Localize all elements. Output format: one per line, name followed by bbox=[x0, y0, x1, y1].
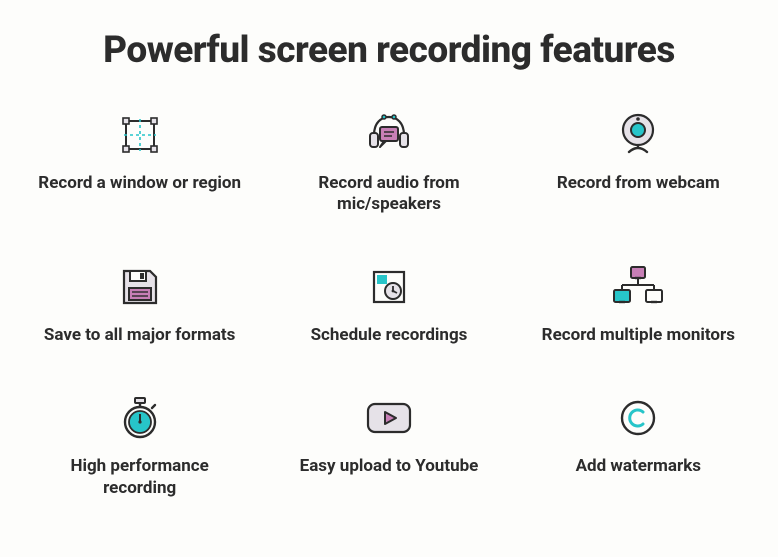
feature-label: Add watermarks bbox=[576, 456, 701, 477]
feature-label: Record a window or region bbox=[38, 173, 241, 194]
features-grid: Record a window or region Record audio f… bbox=[20, 107, 758, 499]
feature-label: Record multiple monitors bbox=[542, 325, 735, 346]
feature-multi-monitor: Record multiple monitors bbox=[519, 259, 758, 346]
feature-label: Easy upload to Youtube bbox=[300, 456, 479, 477]
feature-label: Save to all major formats bbox=[44, 325, 236, 346]
video-play-icon bbox=[363, 390, 415, 446]
feature-record-audio: Record audio from mic/speakers bbox=[269, 107, 508, 216]
feature-label: Record audio from mic/speakers bbox=[284, 173, 494, 216]
feature-label: Schedule recordings bbox=[311, 325, 468, 346]
webcam-icon bbox=[616, 107, 660, 163]
calendar-clock-icon bbox=[367, 259, 411, 315]
feature-upload-youtube: Easy upload to Youtube bbox=[269, 390, 508, 499]
multi-monitor-icon bbox=[606, 259, 670, 315]
headset-icon bbox=[364, 107, 414, 163]
feature-label: High performance recording bbox=[35, 456, 245, 499]
feature-record-webcam: Record from webcam bbox=[519, 107, 758, 216]
feature-label: Record from webcam bbox=[557, 173, 720, 194]
feature-save-formats: Save to all major formats bbox=[20, 259, 259, 346]
feature-record-region: Record a window or region bbox=[20, 107, 259, 216]
stopwatch-icon bbox=[118, 390, 162, 446]
crop-region-icon bbox=[118, 107, 162, 163]
page-title: Powerful screen recording features bbox=[20, 30, 758, 73]
floppy-disk-icon bbox=[118, 259, 162, 315]
copyright-icon bbox=[617, 390, 659, 446]
feature-high-performance: High performance recording bbox=[20, 390, 259, 499]
feature-schedule: Schedule recordings bbox=[269, 259, 508, 346]
feature-watermark: Add watermarks bbox=[519, 390, 758, 499]
